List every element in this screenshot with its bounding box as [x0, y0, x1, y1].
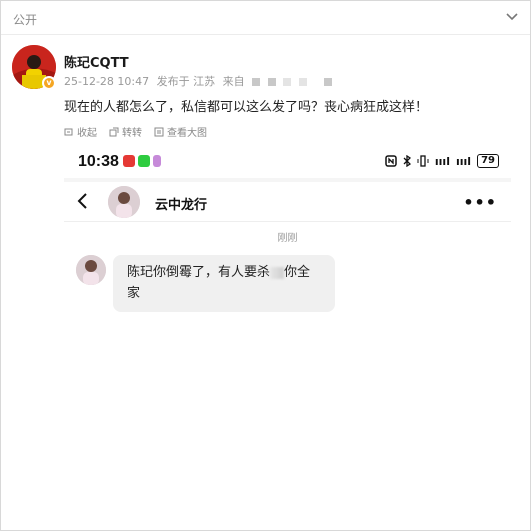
chat-messages: 刚刚 陈玘你倒霉了，有人要杀 你全家: [64, 222, 511, 530]
signal-strength-icon: ıııl: [455, 154, 472, 168]
visibility-label[interactable]: 公开: [13, 11, 37, 28]
app-notification-icon: [153, 155, 161, 167]
message-bubble: 陈玘你倒霉了，有人要杀 你全家: [113, 255, 335, 312]
status-app-icons: [123, 155, 161, 167]
nfc-icon: [385, 155, 397, 167]
view-large-icon: [154, 127, 164, 136]
chevron-down-icon[interactable]: [506, 13, 518, 21]
chat-screenshot-image[interactable]: 10:38 ıııl ıııl 79 云中龙行 ••• 刚刚 陈玘你倒霉了，有人…: [64, 142, 511, 530]
message-text-part1: 陈玘你倒霉了，有人要杀: [127, 265, 271, 280]
redacted-block: [324, 78, 333, 86]
view-large-button[interactable]: 查看大图: [154, 124, 207, 139]
redacted-block: [252, 78, 261, 86]
redacted-block: [298, 78, 307, 86]
collapse-button[interactable]: 收起: [64, 124, 97, 139]
post-username[interactable]: 陈玘CQTT: [64, 52, 129, 71]
signal-strength-icon: ıııl: [434, 154, 450, 168]
bluetooth-icon: [403, 155, 411, 167]
chat-contact-name: 云中龙行: [155, 198, 208, 213]
wechat-icon: [138, 155, 150, 167]
more-options-icon[interactable]: •••: [463, 193, 497, 212]
sender-avatar-image: [76, 255, 106, 285]
sender-avatar[interactable]: [76, 255, 106, 285]
post-source: 来自: [222, 75, 245, 88]
verified-badge-icon: v: [42, 76, 56, 90]
post-datetime: 25-12-28 10:47: [64, 75, 150, 88]
post-meta: 25-12-28 10:47 发布于 江苏 来自: [64, 73, 333, 89]
battery-indicator: 79: [477, 154, 499, 168]
status-system-icons: ıııl ıııl 79: [385, 154, 499, 168]
status-time: 10:38: [78, 153, 119, 170]
collapse-label: 收起: [77, 128, 97, 139]
redacted-block: [283, 78, 292, 86]
post-location: 发布于 江苏: [156, 75, 216, 88]
view-large-label: 查看大图: [167, 128, 207, 139]
message-timestamp: 刚刚: [277, 233, 298, 244]
rotate-button[interactable]: 转转: [109, 124, 142, 139]
redacted-block: [267, 78, 276, 86]
image-actions: 收起 转转 查看大图: [64, 124, 207, 139]
chat-header: 云中龙行 •••: [64, 182, 511, 222]
app-notification-icon: [123, 155, 135, 167]
redacted-smudge: [270, 266, 285, 279]
post-topbar: 公开: [1, 1, 530, 35]
rotate-label: 转转: [122, 128, 142, 139]
collapse-icon: [64, 128, 73, 135]
weibo-post-card: 公开 v 陈玘CQTT 25-12-28 10:47 发布于 江苏 来自 现在的…: [0, 0, 531, 531]
chat-contact-avatar[interactable]: [108, 186, 140, 218]
rotate-icon: [109, 127, 119, 136]
vibrate-icon: [417, 155, 429, 167]
back-arrow-icon[interactable]: [76, 192, 88, 210]
phone-status-bar: 10:38 ıııl ıııl 79: [64, 142, 511, 178]
post-text: 现在的人都怎么了，私信都可以这么发了吗？丧心病狂成这样！: [64, 100, 429, 115]
contact-avatar-image: [108, 186, 140, 218]
